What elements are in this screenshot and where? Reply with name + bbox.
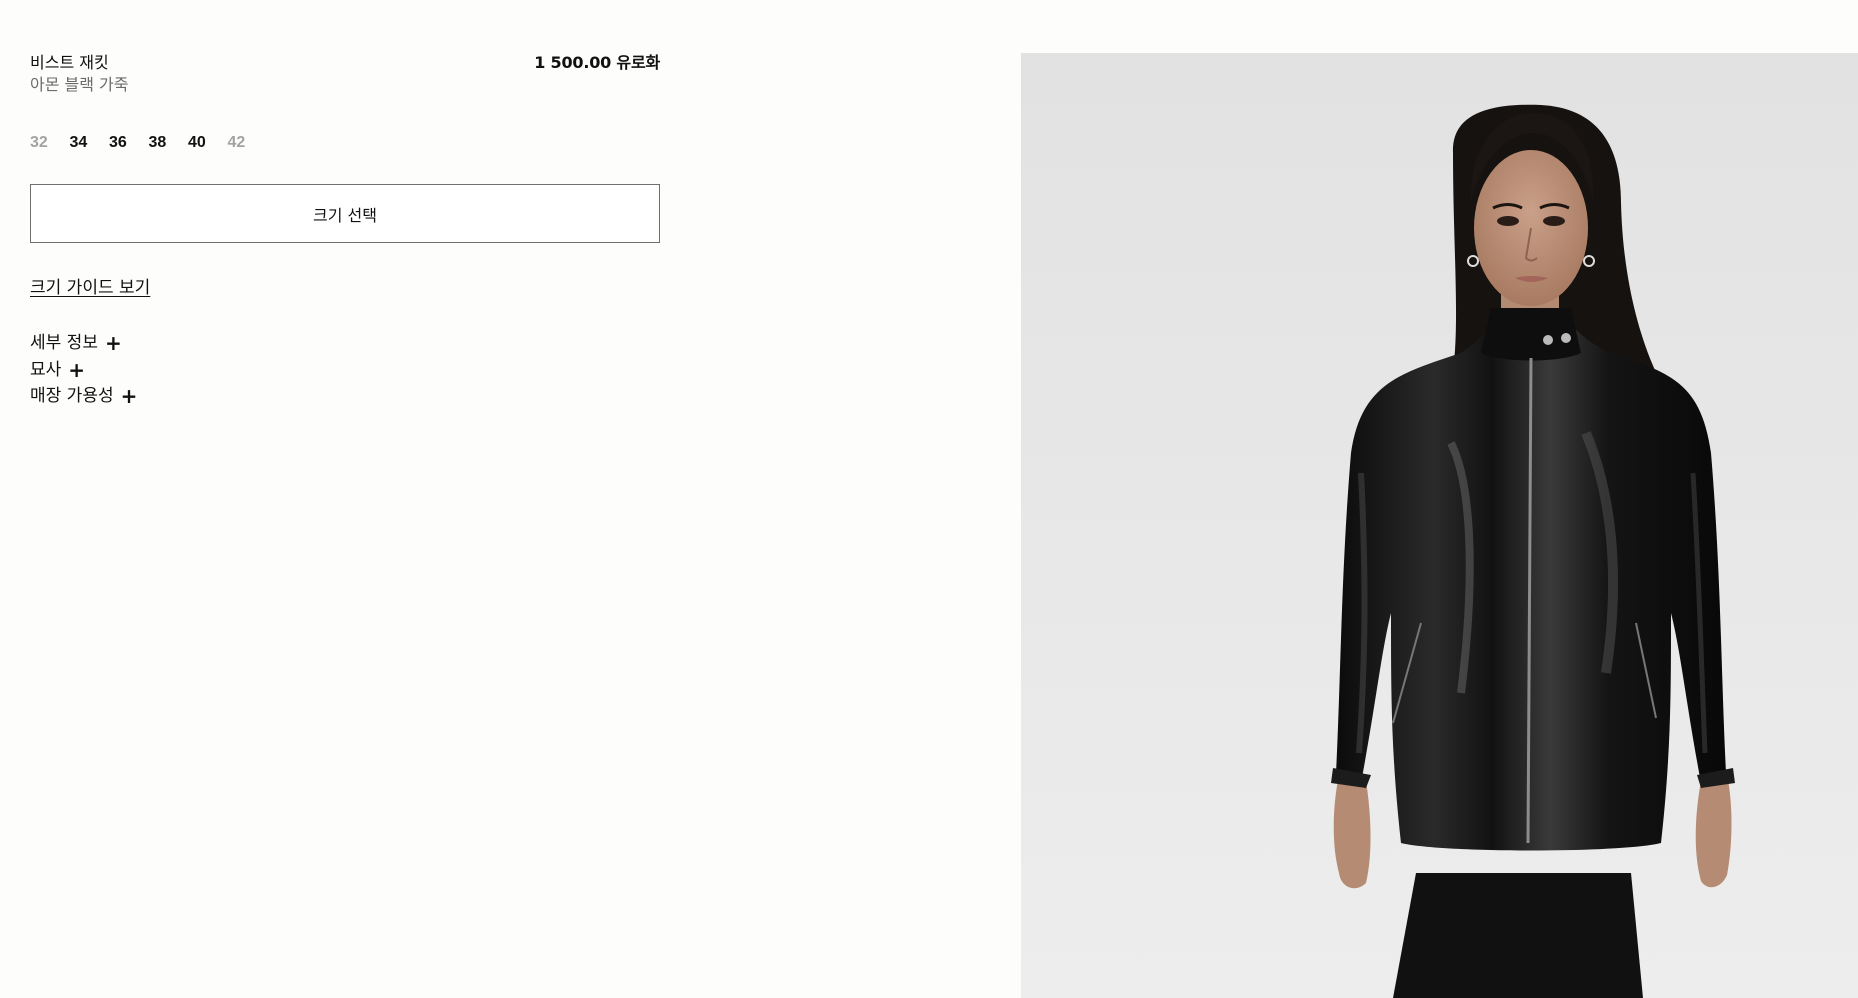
size-guide-link[interactable]: 크기 가이드 보기 bbox=[30, 276, 150, 300]
accordion-description-label: 묘사 bbox=[30, 359, 62, 380]
model-jacket-illustration bbox=[1021, 53, 1858, 998]
accordion-store-availability-label: 매장 가용성 bbox=[30, 386, 114, 406]
accordion-description[interactable]: 묘사 + bbox=[30, 357, 137, 384]
size-option-36[interactable]: 36 bbox=[109, 132, 149, 154]
plus-icon: + bbox=[104, 331, 122, 356]
select-size-button[interactable]: 크기 선택 bbox=[30, 184, 660, 243]
product-image[interactable] bbox=[1021, 53, 1858, 998]
accordion-details[interactable]: 세부 정보 + bbox=[30, 330, 137, 357]
product-header: 비스트 재킷 아몬 블랙 가죽 1 500.00 유로화 bbox=[30, 52, 660, 96]
plus-icon: + bbox=[68, 357, 86, 382]
product-subtitle: 아몬 블랙 가죽 bbox=[30, 75, 129, 94]
size-selector: 32 34 36 38 40 42 bbox=[30, 132, 267, 154]
product-name: 비스트 재킷 bbox=[30, 53, 109, 72]
accordion-details-label: 세부 정보 bbox=[30, 333, 98, 353]
size-option-38[interactable]: 38 bbox=[149, 132, 189, 154]
accordion-store-availability[interactable]: 매장 가용성 + bbox=[30, 383, 137, 410]
plus-icon: + bbox=[120, 384, 138, 409]
product-accordion: 세부 정보 + 묘사 + 매장 가용성 + bbox=[30, 330, 137, 410]
size-option-42[interactable]: 42 bbox=[228, 132, 268, 154]
size-option-32[interactable]: 32 bbox=[30, 132, 70, 154]
size-option-34[interactable]: 34 bbox=[70, 132, 110, 154]
product-info-panel: 비스트 재킷 아몬 블랙 가죽 1 500.00 유로화 32 34 36 38… bbox=[30, 52, 660, 406]
size-option-40[interactable]: 40 bbox=[188, 132, 228, 154]
product-price: 1 500.00 유로화 bbox=[534, 53, 660, 72]
